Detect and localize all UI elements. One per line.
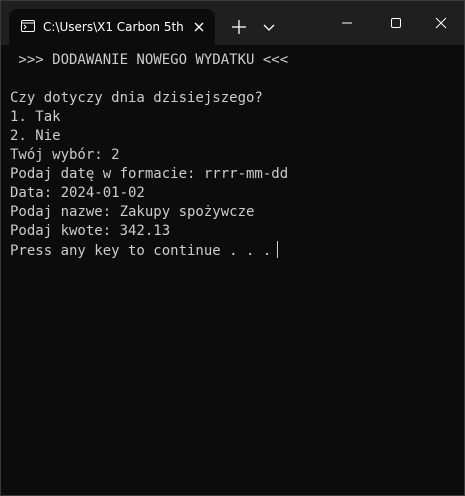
close-window-button[interactable] (418, 7, 464, 39)
terminal-window: C:\Users\X1 Carbon 5th\ >>> DODAWANIE NO… (0, 0, 465, 496)
console-line: 1. Tak (10, 109, 61, 125)
console-prompt-line: Press any key to continue . . . (10, 241, 279, 260)
new-tab-button[interactable] (227, 15, 251, 39)
console-line: Podaj kwote: 342.13 (10, 223, 171, 239)
continue-prompt: Press any key to continue . . . (10, 243, 272, 259)
minimize-icon (342, 22, 352, 24)
maximize-icon (391, 18, 401, 28)
tab-dropdown-button[interactable] (259, 15, 279, 39)
console-output[interactable]: >>> DODAWANIE NOWEGO WYDATKU <<< Czy dot… (1, 45, 464, 495)
console-line: Czy dotyczy dnia dzisiejszego? (10, 90, 263, 106)
console-line: Twój wybór: 2 (10, 147, 120, 163)
terminal-icon (21, 20, 35, 32)
chevron-down-icon (263, 24, 275, 31)
title-bar[interactable]: C:\Users\X1 Carbon 5th\ (1, 1, 464, 45)
minimize-button[interactable] (324, 7, 370, 39)
console-line: 2. Nie (10, 128, 61, 144)
maximize-button[interactable] (373, 7, 419, 39)
close-icon (194, 22, 204, 32)
tab-console[interactable]: C:\Users\X1 Carbon 5th\ (9, 9, 215, 45)
plus-icon (232, 20, 246, 34)
close-icon (435, 17, 447, 29)
console-line: Podaj nazwe: Zakupy spożywcze (10, 204, 255, 220)
close-tab-button[interactable] (189, 17, 209, 37)
console-line: Data: 2024-01-02 (10, 185, 145, 201)
console-header-line: >>> DODAWANIE NOWEGO WYDATKU <<< (10, 52, 289, 68)
tab-title: C:\Users\X1 Carbon 5th\ (43, 20, 183, 34)
text-cursor (277, 241, 279, 258)
console-line: Podaj datę w formacie: rrrr-mm-dd (10, 166, 289, 182)
